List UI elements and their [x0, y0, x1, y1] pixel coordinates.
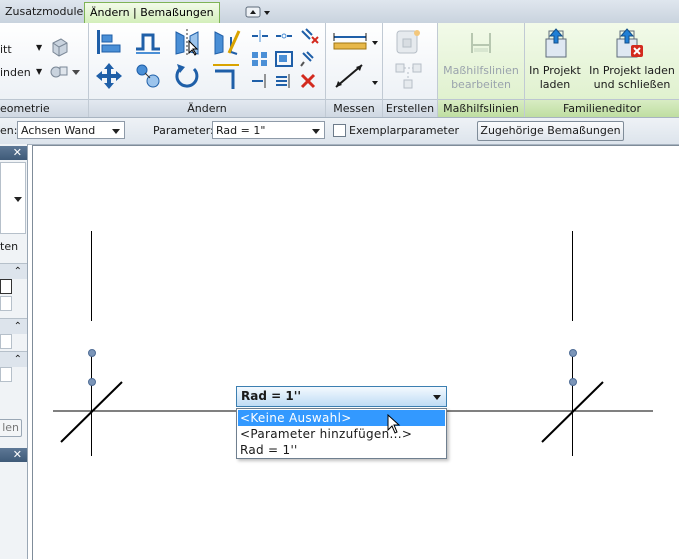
- properties-palette-header: ✕: [0, 146, 27, 160]
- close-icon[interactable]: ✕: [13, 146, 22, 160]
- chevron-down-icon: [112, 129, 120, 134]
- panel-geometrie-title: eometrie: [0, 99, 88, 117]
- mirror-pick-axis-icon[interactable]: [172, 27, 202, 57]
- collapse-icon: ⌃: [13, 266, 22, 277]
- exemplar-parameter-checkbox[interactable]: [333, 124, 346, 137]
- split-gap-icon[interactable]: [275, 29, 293, 43]
- create-group-icon[interactable]: [393, 61, 425, 91]
- dimension-grip-right-top[interactable]: [569, 349, 577, 357]
- property-value-cell[interactable]: [0, 334, 12, 349]
- align-icon[interactable]: [94, 27, 124, 57]
- properties-group-1[interactable]: ⌃: [0, 263, 27, 279]
- panel-geometrie: itt ▼ inden ▼ eometrie: [0, 23, 89, 117]
- mirror-draw-axis-icon[interactable]: [211, 27, 241, 57]
- tab-aendern-bemassungen[interactable]: Ändern | Bemaßungen: [84, 2, 220, 23]
- parameter-select-value: Rad = 1": [216, 124, 266, 137]
- chevron-down-icon: [14, 197, 22, 202]
- parameter-label: Parameter:: [153, 124, 214, 137]
- property-value-cell[interactable]: [0, 296, 12, 311]
- bezug-select[interactable]: Achsen Wand: [17, 121, 125, 139]
- chevron-down-icon[interactable]: ▼: [36, 67, 42, 76]
- panel-familieneditor: In Projekt laden In Projekt laden und sc…: [525, 23, 679, 117]
- trim-extend-multiple-icon[interactable]: [275, 73, 293, 89]
- parameter-select[interactable]: Rad = 1": [212, 121, 325, 139]
- dimension-grip-left-mid[interactable]: [88, 378, 96, 386]
- properties-group-2[interactable]: ⌃: [0, 318, 27, 334]
- offset-icon[interactable]: [133, 27, 163, 57]
- ribbon: itt ▼ inden ▼ eometrie Ändern Messen Ers…: [0, 23, 679, 118]
- panel-aendern-title: Ändern: [89, 99, 325, 117]
- ribbon-toggle-icon: [245, 6, 270, 18]
- dimension-label-select[interactable]: Rad = 1'': [236, 386, 447, 407]
- property-value-cell[interactable]: [0, 279, 12, 294]
- load-into-project-icon[interactable]: [540, 27, 570, 59]
- dimension-label-options: <Keine Auswahl> <Parameter hinzufügen...…: [236, 408, 447, 459]
- ribbon-tab-strip: Zusatzmodule Ändern | Bemaßungen: [0, 0, 679, 24]
- bezug-label: en:: [0, 124, 18, 137]
- bezug-select-value: Achsen Wand: [21, 124, 96, 137]
- delete-icon[interactable]: [299, 73, 317, 89]
- panel-messen-title: Messen: [326, 99, 382, 117]
- drawing-area[interactable]: [32, 145, 679, 560]
- panel-aendern: Ändern: [89, 23, 326, 117]
- load-and-close-label-line1[interactable]: In Projekt laden: [585, 64, 679, 78]
- trim-extend-single-icon[interactable]: [251, 73, 269, 89]
- create-similar-icon[interactable]: [393, 27, 425, 57]
- load-and-close-label-line2[interactable]: und schließen: [585, 78, 679, 92]
- properties-group-3[interactable]: ⌃: [0, 351, 27, 367]
- dimension-grip-right-mid[interactable]: [569, 378, 577, 386]
- dimension-line-graphic[interactable]: [33, 146, 679, 559]
- panel-messen: Messen: [326, 23, 383, 117]
- panel-masshilfslinien-title: Maßhilfslinien: [438, 99, 524, 117]
- option-rad-1[interactable]: Rad = 1'': [238, 442, 445, 458]
- property-value-cell[interactable]: [0, 367, 12, 382]
- mouse-pointer-icon: [387, 414, 401, 434]
- exemplar-parameter-label: Exemplarparameter: [349, 124, 459, 137]
- type-selector[interactable]: [0, 162, 26, 234]
- array-icon[interactable]: [251, 51, 269, 67]
- option-keine-auswahl[interactable]: <Keine Auswahl>: [238, 410, 445, 426]
- edit-type-label[interactable]: ten: [0, 240, 18, 253]
- chevron-down-icon[interactable]: ▼: [36, 43, 42, 52]
- related-dimensions-button[interactable]: Zugehörige Bemaßungen: [477, 121, 624, 141]
- measure-distance-icon[interactable]: [332, 61, 380, 91]
- cut-geometry-icon[interactable]: [48, 63, 82, 81]
- edit-witness-lines-button-line1[interactable]: Maßhilfslinien: [438, 64, 524, 78]
- collapse-icon: ⌃: [13, 321, 22, 332]
- panel-masshilfslinien: Maßhilfslinien bearbeiten Maßhilfslinien: [438, 23, 525, 117]
- rotate-icon[interactable]: [172, 61, 202, 91]
- dimension-grip-left-top[interactable]: [88, 349, 96, 357]
- join-geometry-icon[interactable]: [50, 37, 70, 57]
- ribbon-display-toggle[interactable]: [240, 5, 276, 19]
- panel-erstellen: Erstellen: [383, 23, 438, 117]
- dimension-label-select-value: Rad = 1'': [241, 389, 302, 403]
- chevron-down-icon: [312, 129, 320, 134]
- move-icon[interactable]: [94, 61, 124, 91]
- load-into-project-label-line1[interactable]: In Projekt: [525, 64, 585, 78]
- option-parameter-hinzufuegen[interactable]: <Parameter hinzufügen...>: [238, 426, 445, 442]
- copy-icon[interactable]: [133, 61, 163, 91]
- geometrie-item-2-label[interactable]: inden: [0, 66, 31, 80]
- unpin-icon[interactable]: [299, 27, 319, 45]
- split-element-icon[interactable]: [251, 29, 269, 43]
- apply-button[interactable]: len: [0, 419, 22, 437]
- close-icon[interactable]: ✕: [13, 448, 22, 462]
- load-into-project-label-line2[interactable]: laden: [525, 78, 585, 92]
- project-browser-header: ✕: [0, 448, 27, 462]
- load-and-close-icon[interactable]: [611, 27, 645, 59]
- geometrie-item-1-label[interactable]: itt: [0, 43, 12, 57]
- panel-erstellen-title: Erstellen: [383, 99, 437, 117]
- witness-lines-icon[interactable]: [466, 29, 496, 57]
- options-bar: en: Achsen Wand Parameter: Rad = 1" Exem…: [0, 118, 679, 145]
- pin-icon[interactable]: [299, 51, 317, 67]
- aligned-dimension-icon[interactable]: [332, 29, 380, 53]
- scale-icon[interactable]: [275, 51, 293, 67]
- trim-extend-corner-icon[interactable]: [211, 61, 241, 91]
- collapse-icon: ⌃: [13, 354, 22, 365]
- panel-familieneditor-title: Familieneditor: [525, 99, 679, 117]
- chevron-down-icon: [433, 395, 441, 400]
- properties-palette: ✕ ten ⌃ ⌃ ⌃ len ✕: [0, 144, 28, 559]
- tab-zusatzmodule[interactable]: Zusatzmodule: [0, 3, 88, 21]
- edit-witness-lines-button-line2[interactable]: bearbeiten: [438, 78, 524, 92]
